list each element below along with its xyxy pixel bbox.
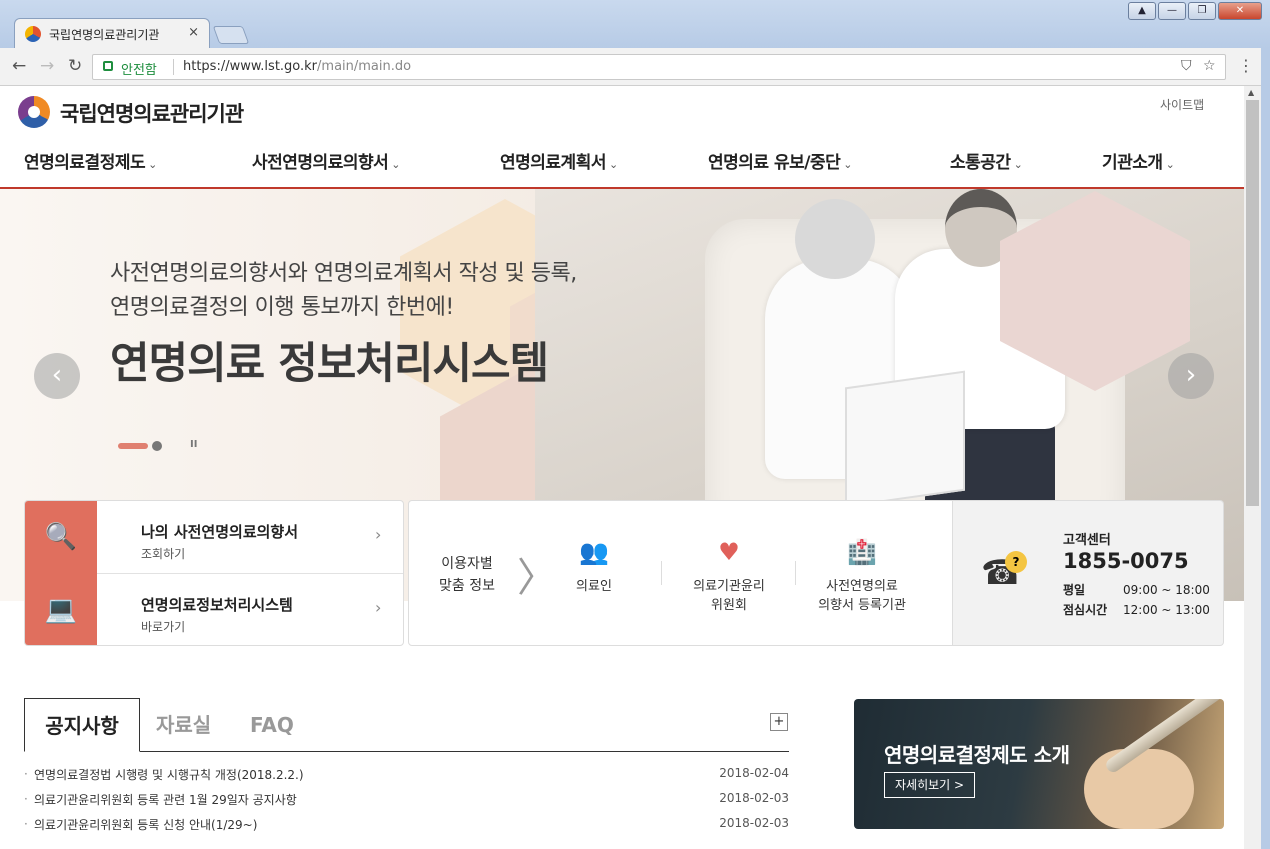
list-item[interactable]: · 의료기관윤리위원회 등록 신청 안내(1/29~) 2018-02-03 (24, 816, 789, 841)
site-name[interactable]: 국립연명의료관리기관 (60, 98, 244, 128)
tab-faq[interactable]: FAQ (250, 698, 294, 752)
banner-hand-image (1084, 749, 1194, 829)
url-text[interactable]: https://www.lst.go.kr/main/main.do (183, 59, 411, 74)
user-item-registration-agency[interactable]: 🏥 사전연명의료 의향서 등록기관 (809, 537, 915, 615)
notice-tabs: 공지사항 자료실 FAQ (24, 698, 789, 752)
tab-close-icon[interactable]: × (188, 25, 199, 40)
window-minimize-button[interactable]: — (1158, 2, 1186, 20)
window-close-button[interactable]: ✕ (1218, 2, 1262, 20)
quick-links: 🔍 나의 사전연명의료의향서 조회하기 › 💻 연명의료정보처리시스템 바로가기… (24, 500, 404, 646)
sitemap-link[interactable]: 사이트맵 (1160, 96, 1204, 113)
question-bubble-icon: ? (1005, 551, 1027, 573)
chevron-down-icon: ⌄ (1013, 158, 1023, 171)
web-page: 국립연명의료관리기관 사이트맵 연명의료결정제도 ⌄ 사전연명의료의향서 ⌄ 연명의… (0, 86, 1244, 849)
tab-archive[interactable]: 자료실 (156, 698, 211, 752)
user-info-panel: 이용자별 맞춤 정보 〉 👥 의료인 ♥ 의료기관윤리 위원회 🏥 사전연명의료… (408, 500, 953, 646)
slider-prev-button[interactable]: ‹ (34, 353, 80, 399)
browser-tab[interactable]: 국립연명의료관리기관 × (14, 18, 210, 48)
list-item[interactable]: · 의료기관윤리위원회 등록 관련 1월 29일자 공지사항 2018-02-03 (24, 791, 789, 816)
divider (795, 561, 796, 585)
nav-item-withhold-withdraw[interactable]: 연명의료 유보/중단 ⌄ (708, 148, 852, 173)
quick-link-my-directive[interactable]: 🔍 나의 사전연명의료의향서 조회하기 › (25, 501, 403, 574)
notice-list: · 연명의료결정법 시행령 및 시행규칙 개정(2018.2.2.) 2018-02… (24, 766, 789, 841)
address-separator (173, 59, 174, 75)
divider (661, 561, 662, 585)
hours-weekday: 평일 09:00 ~ 18:00 (1063, 583, 1210, 597)
nav-item-decision-system[interactable]: 연명의료결정제도 ⌄ (24, 148, 157, 173)
hospital-icon: 🏥 (847, 538, 877, 566)
window-maximize-button[interactable]: ❐ (1188, 2, 1216, 20)
main-navigation: 연명의료결정제도 ⌄ 사전연명의료의향서 ⌄ 연명의료계획서 ⌄ 연명의료 유보/중단… (0, 146, 1244, 186)
url-path: /main/main.do (317, 59, 412, 74)
site-logo-icon[interactable] (18, 96, 50, 128)
hours-lunch: 점심시간 12:00 ~ 13:00 (1063, 603, 1210, 617)
site-favicon-icon (25, 26, 41, 42)
id-search-icon: 🔍 (25, 501, 97, 574)
nav-item-advance-directive[interactable]: 사전연명의료의향서 ⌄ (252, 148, 400, 173)
browser-titlebar: 국립연명의료관리기관 × ▲ — ❐ ✕ (0, 0, 1270, 48)
nav-item-care-plan[interactable]: 연명의료계획서 ⌄ (500, 148, 618, 173)
new-tab-button[interactable] (212, 26, 250, 44)
slider-pause-button[interactable]: II (190, 439, 197, 450)
browser-toolbar: ← → ↻ 안전함 https://www.lst.go.kr/main/mai… (0, 48, 1270, 86)
hero-title: 연명의료 정보처리시스템 (110, 339, 549, 389)
secure-label: 안전함 (121, 63, 157, 78)
user-item-medical-staff[interactable]: 👥 의료인 (559, 537, 629, 596)
bookmark-star-icon[interactable]: ☆ (1203, 58, 1216, 74)
tab-notice[interactable]: 공지사항 (24, 698, 140, 752)
slider-next-button[interactable]: › (1168, 353, 1214, 399)
user-info-label: 이용자별 맞춤 정보 (439, 556, 495, 594)
tab-title: 국립연명의료관리기관 (49, 28, 160, 42)
user-item-ethics-committee[interactable]: ♥ 의료기관윤리 위원회 (679, 537, 779, 615)
chevron-down-icon: ⌄ (843, 158, 852, 171)
page-scrollbar[interactable]: ▲ (1244, 86, 1261, 849)
banner-more-button[interactable]: 자세히보기 > (884, 772, 976, 798)
site-shield-icon[interactable]: ⛉ (1181, 58, 1192, 74)
quick-link-info-system[interactable]: 💻 연명의료정보처리시스템 바로가기 › (25, 574, 403, 645)
forward-arrow-icon[interactable]: → (40, 56, 54, 76)
medical-staff-icon: 👥 (579, 538, 609, 566)
laptop-cursor-icon: 💻 (25, 574, 97, 645)
photo-laptop (845, 370, 965, 508)
banner-title: 연명의료결정제도 소개 (884, 743, 1070, 767)
slide-indicator-active[interactable] (118, 443, 148, 449)
list-item[interactable]: · 연명의료결정법 시행령 및 시행규칙 개정(2018.2.2.) 2018-02… (24, 766, 789, 791)
notice-more-button[interactable]: + (770, 713, 788, 731)
scroll-up-icon[interactable]: ▲ (1248, 88, 1254, 97)
url-base: https://www.lst.go.kr (183, 59, 318, 74)
slide-indicator[interactable] (152, 441, 162, 451)
customer-center-title: 고객센터 (1063, 533, 1111, 548)
chevron-down-icon: ⌄ (391, 158, 400, 171)
hero-subtitle: 사전연명의료의향서와 연명의료계획서 작성 및 등록, 연명의료결정의 이행 통… (110, 261, 577, 320)
chevron-right-icon: › (375, 525, 382, 544)
lock-icon (103, 61, 113, 71)
back-arrow-icon[interactable]: ← (12, 56, 26, 76)
window-user-icon[interactable]: ▲ (1128, 2, 1156, 20)
heart-hand-icon: ♥ (718, 538, 740, 566)
promo-banner[interactable]: 연명의료결정제도 소개 자세히보기 > (854, 699, 1224, 829)
customer-center: ☎ ? 고객센터 1855-0075 평일 09:00 ~ 18:00 점심시간 1… (953, 500, 1224, 646)
chevron-right-icon: › (375, 598, 382, 617)
reload-icon[interactable]: ↻ (68, 56, 82, 76)
address-bar[interactable]: 안전함 https://www.lst.go.kr/main/main.do ⛉… (92, 54, 1226, 80)
customer-center-phone[interactable]: 1855-0075 (1063, 549, 1189, 573)
nav-item-community[interactable]: 소통공간 ⌄ (950, 148, 1023, 173)
brace-icon: 〉 (517, 555, 557, 601)
chevron-down-icon: ⌄ (1165, 158, 1175, 171)
window-frame (1261, 48, 1270, 849)
chevron-down-icon: ⌄ (148, 158, 157, 171)
browser-menu-icon[interactable]: ⋮ (1238, 56, 1254, 75)
chevron-down-icon: ⌄ (608, 158, 618, 171)
nav-item-about[interactable]: 기관소개 ⌄ (1102, 148, 1175, 173)
scrollbar-thumb[interactable] (1246, 100, 1259, 506)
window-controls: ▲ — ❐ ✕ (1128, 2, 1262, 20)
